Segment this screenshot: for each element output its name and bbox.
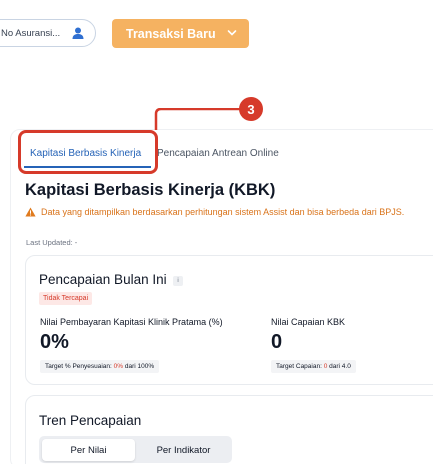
info-icon[interactable]: i [173, 276, 183, 286]
metric-target: Target Capaian: 0 dari 4.0 [271, 360, 356, 373]
trend-title: Tren Pencapaian [39, 413, 142, 428]
achievement-title: Pencapaian Bulan Ini [39, 272, 167, 287]
annotation-step-badge: 3 [239, 97, 263, 121]
target-suffix: dari 100% [123, 363, 155, 370]
metric-value: 0 [271, 331, 283, 353]
search-placeholder: No Asuransi... [1, 27, 61, 39]
user-icon[interactable] [71, 26, 85, 40]
warning-icon [25, 207, 36, 217]
metric-target: Target % Penyesuaian: 0% dari 100% [40, 360, 160, 373]
target-prefix: Target % Penyesuaian: [45, 363, 114, 370]
page-title: Kapitasi Berbasis Kinerja (KBK) [25, 181, 276, 199]
warning-text: Data yang ditampilkan berdasarkan perhit… [41, 207, 405, 217]
target-current: 0% [113, 363, 124, 370]
tab-pencapaian-antrean-online[interactable]: Pencapaian Antrean Online [157, 148, 279, 160]
metric-value: 0% [40, 331, 69, 353]
tab-kapitasi-berbasis-kinerja[interactable]: Kapitasi Berbasis Kinerja [30, 148, 141, 160]
target-prefix: Target Capaian: [276, 363, 324, 370]
metric-label: Nilai Pembayaran Kapitasi Klinik Pratama… [40, 317, 223, 327]
toggle-per-indikator[interactable]: Per Indikator [137, 439, 230, 461]
target-suffix: dari 4.0 [327, 363, 351, 370]
toggle-per-nilai[interactable]: Per Nilai [42, 439, 135, 461]
insurance-search-input[interactable]: No Asuransi... [0, 19, 96, 47]
new-transaction-button[interactable]: Transaksi Baru [112, 19, 249, 48]
annotation-connector [154, 108, 240, 130]
new-transaction-label: Transaksi Baru [126, 26, 216, 41]
chevron-down-icon [227, 30, 237, 36]
status-badge: Tidak Tercapai [39, 292, 93, 305]
data-disclaimer: Data yang ditampilkan berdasarkan perhit… [25, 207, 404, 217]
last-updated: Last Updated: - [26, 238, 78, 247]
metric-label: Nilai Capaian KBK [271, 317, 346, 327]
active-tab-indicator [24, 166, 151, 168]
